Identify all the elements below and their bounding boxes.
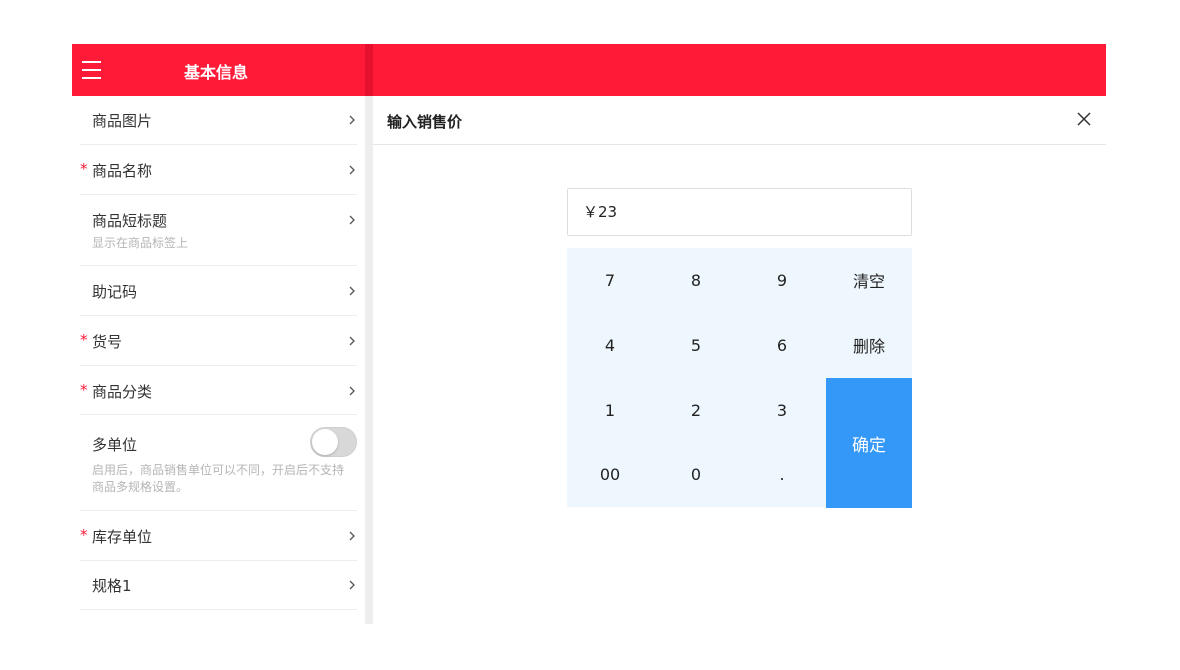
key-1[interactable]: 1 bbox=[567, 378, 653, 442]
row-mnemonic-code[interactable]: 助记码 bbox=[80, 266, 357, 316]
chevron-right-icon bbox=[347, 531, 357, 541]
row-label: 商品短标题 bbox=[92, 212, 168, 230]
price-input[interactable]: ￥23 bbox=[567, 188, 912, 236]
row-label: 助记码 bbox=[92, 283, 138, 301]
key-3[interactable]: 3 bbox=[739, 378, 825, 442]
required-mark: * bbox=[80, 331, 88, 349]
row-label: 商品名称 bbox=[92, 162, 153, 180]
row-label: 商品图片 bbox=[92, 112, 153, 130]
chevron-right-icon bbox=[347, 215, 357, 225]
key-00[interactable]: 00 bbox=[567, 442, 653, 506]
row-category[interactable]: * 商品分类 bbox=[80, 366, 357, 415]
delete-button[interactable]: 删除 bbox=[826, 313, 912, 377]
toggle-knob bbox=[312, 429, 338, 455]
panel-header: 输入销售价 bbox=[373, 96, 1106, 145]
key-9[interactable]: 9 bbox=[739, 248, 825, 312]
key-0[interactable]: 0 bbox=[653, 442, 739, 506]
key-dot[interactable]: . bbox=[739, 442, 825, 506]
chevron-right-icon bbox=[347, 580, 357, 590]
app-window: 基本信息 商品图片 * 商品名称 商品短标题 显示在商品标签上 助记码 * 货号 bbox=[72, 44, 1106, 624]
close-icon[interactable] bbox=[1076, 111, 1092, 127]
required-mark: * bbox=[80, 160, 88, 178]
row-label: 货号 bbox=[92, 333, 123, 351]
key-4[interactable]: 4 bbox=[567, 313, 653, 377]
row-label: 库存单位 bbox=[92, 528, 153, 546]
panel-title: 输入销售价 bbox=[387, 113, 463, 131]
row-short-title[interactable]: 商品短标题 显示在商品标签上 bbox=[80, 195, 357, 266]
panel-divider bbox=[365, 96, 373, 624]
row-label: 规格1 bbox=[92, 577, 132, 595]
row-hint: 显示在商品标签上 bbox=[92, 236, 189, 250]
chevron-right-icon bbox=[347, 115, 357, 125]
hamburger-menu-icon[interactable] bbox=[82, 60, 102, 80]
row-product-name[interactable]: * 商品名称 bbox=[80, 145, 357, 195]
header-divider bbox=[365, 44, 373, 96]
required-mark: * bbox=[80, 526, 88, 544]
row-spec1[interactable]: 规格1 bbox=[80, 561, 357, 610]
key-7[interactable]: 7 bbox=[567, 248, 653, 312]
row-label: 商品分类 bbox=[92, 383, 153, 401]
chevron-right-icon bbox=[347, 286, 357, 296]
page-title: 基本信息 bbox=[184, 63, 249, 82]
chevron-right-icon bbox=[347, 165, 357, 175]
confirm-button[interactable]: 确定 bbox=[826, 378, 912, 508]
key-2[interactable]: 2 bbox=[653, 378, 739, 442]
row-stock-unit[interactable]: * 库存单位 bbox=[80, 511, 357, 561]
key-6[interactable]: 6 bbox=[739, 313, 825, 377]
multi-unit-toggle[interactable] bbox=[310, 427, 357, 457]
clear-button[interactable]: 清空 bbox=[826, 248, 912, 312]
numeric-keypad: 7 8 9 清空 4 5 6 删除 1 2 3 确定 00 0 . bbox=[567, 248, 912, 508]
top-bar: 基本信息 bbox=[72, 44, 1106, 96]
row-hint: 启用后，商品销售单位可以不同，开启后不支持商品多规格设置。 bbox=[92, 463, 345, 494]
price-input-panel: 输入销售价 ￥23 7 8 9 清空 4 5 6 删除 1 2 3 确定 00 … bbox=[373, 96, 1106, 624]
basic-info-form: 商品图片 * 商品名称 商品短标题 显示在商品标签上 助记码 * 货号 * 商品… bbox=[72, 96, 365, 624]
key-8[interactable]: 8 bbox=[653, 248, 739, 312]
row-label: 多单位 bbox=[92, 436, 138, 454]
key-5[interactable]: 5 bbox=[653, 313, 739, 377]
chevron-right-icon bbox=[347, 336, 357, 346]
row-product-image[interactable]: 商品图片 bbox=[80, 96, 357, 145]
chevron-right-icon bbox=[347, 386, 357, 396]
required-mark: * bbox=[80, 381, 88, 399]
row-multi-unit: 多单位 启用后，商品销售单位可以不同，开启后不支持商品多规格设置。 bbox=[80, 415, 357, 511]
row-item-no[interactable]: * 货号 bbox=[80, 316, 357, 366]
